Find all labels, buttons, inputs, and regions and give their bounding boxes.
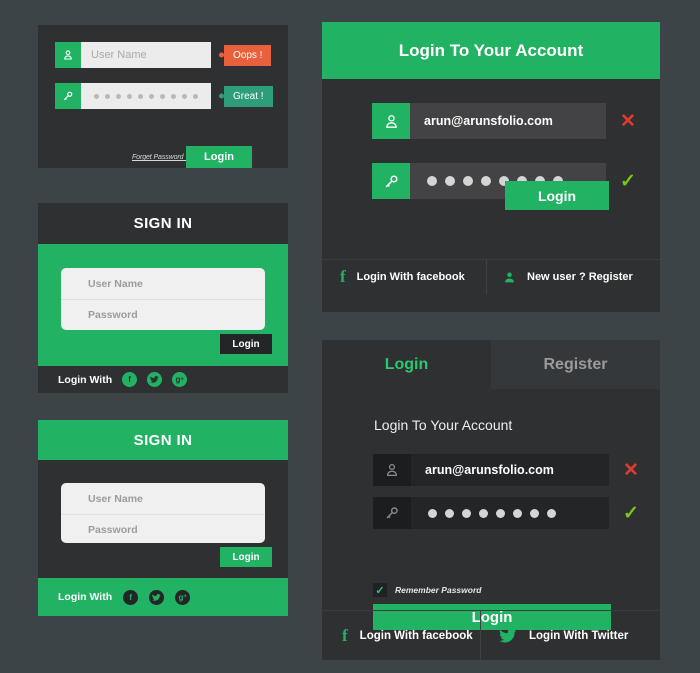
email-input[interactable]: arun@arunsfolio.com xyxy=(411,454,609,486)
facebook-icon: f xyxy=(340,267,346,286)
social-login-bar: Login With f g + xyxy=(38,366,288,393)
login-with-twitter-button[interactable]: Login With Twitter xyxy=(480,611,628,660)
login-button[interactable]: Login xyxy=(505,181,609,210)
signin-card-green-header: SIGN IN User Name Password Login Login W… xyxy=(38,420,288,616)
checkbox-check-icon: ✓ xyxy=(373,583,387,597)
email-invalid-icon: ✕ xyxy=(620,110,636,132)
social-login-label: Login With xyxy=(58,373,113,386)
username-input[interactable]: User Name xyxy=(61,268,265,299)
key-icon xyxy=(373,497,411,529)
key-icon xyxy=(372,163,410,199)
panel-title: SIGN IN xyxy=(38,420,288,460)
password-row: Great ! xyxy=(55,83,273,109)
key-icon xyxy=(55,83,81,109)
social-login-label: Login With xyxy=(58,591,113,603)
password-placeholder: Password xyxy=(88,524,138,536)
facebook-label: Login With facebook xyxy=(356,271,465,283)
password-success-badge: Great ! xyxy=(224,85,273,107)
section-heading: Login To Your Account xyxy=(374,417,513,433)
signin-body: User Name Password Login xyxy=(38,460,288,578)
password-valid-icon: ✓ xyxy=(623,502,639,524)
panel-title: Login To Your Account xyxy=(322,22,660,79)
login-button[interactable]: Login xyxy=(220,547,272,567)
username-placeholder: User Name xyxy=(88,277,143,290)
password-input[interactable]: Password xyxy=(61,299,265,330)
facebook-icon[interactable]: f xyxy=(122,372,138,387)
username-row: User Name Oops ! xyxy=(55,42,272,68)
signin-body: User Name Password Login xyxy=(38,244,288,366)
username-error-badge: Oops ! xyxy=(224,44,272,66)
email-input[interactable]: arun@arunsfolio.com xyxy=(410,103,606,139)
ui-kit-canvas: User Name Oops ! Great ! Forget Password… xyxy=(0,0,700,673)
login-register-tabbed-card: Login Register Login To Your Account aru… xyxy=(322,340,660,660)
password-masked-dots xyxy=(425,508,556,518)
login-with-facebook-button[interactable]: f Login With facebook xyxy=(322,260,486,294)
email-row: arun@arunsfolio.com ✕ xyxy=(372,103,636,139)
password-input[interactable] xyxy=(411,497,609,529)
login-account-card: Login To Your Account arun@arunsfolio.co… xyxy=(322,22,660,312)
google-plus-icon[interactable]: g + xyxy=(175,589,191,605)
login-button[interactable]: Login xyxy=(186,146,252,168)
facebook-icon: f xyxy=(342,625,348,645)
signin-card-dark-header: SIGN IN User Name Password Login Login W… xyxy=(38,203,288,393)
credentials-group: User Name Password xyxy=(61,483,265,543)
username-input[interactable]: User Name xyxy=(61,483,265,514)
login-body: Login To Your Account arun@arunsfolio.co… xyxy=(322,389,660,630)
panel-title: SIGN IN xyxy=(133,215,193,232)
facebook-label: Login With facebook xyxy=(359,629,473,642)
google-plus-icon[interactable]: g + xyxy=(172,372,188,387)
user-icon xyxy=(372,103,410,139)
password-input[interactable]: Password xyxy=(61,514,265,543)
twitter-icon[interactable] xyxy=(147,372,163,387)
tab-register[interactable]: Register xyxy=(491,340,660,389)
facebook-icon[interactable]: f xyxy=(123,589,139,605)
tab-login[interactable]: Login xyxy=(322,340,491,389)
card-footer: f Login With facebook New user ? Registe… xyxy=(322,259,660,294)
twitter-icon[interactable] xyxy=(149,589,165,605)
register-link[interactable]: New user ? Register xyxy=(486,260,633,294)
password-masked-dots xyxy=(91,93,198,99)
username-placeholder: User Name xyxy=(91,49,147,61)
card-footer: f Login With facebook Login With Twitter xyxy=(322,610,660,660)
username-input[interactable]: User Name xyxy=(81,42,211,68)
credentials-group: User Name Password xyxy=(61,268,265,330)
password-valid-icon: ✓ xyxy=(620,170,636,192)
tab-bar: Login Register xyxy=(322,340,660,389)
register-label: New user ? Register xyxy=(527,271,633,283)
login-form-inline-validation: User Name Oops ! Great ! Forget Password… xyxy=(38,25,288,168)
login-with-facebook-button[interactable]: f Login With facebook xyxy=(322,611,480,660)
social-login-bar: Login With f g + xyxy=(38,578,288,616)
username-placeholder: User Name xyxy=(88,492,143,505)
login-body: arun@arunsfolio.com ✕ ✓ Login xyxy=(322,79,660,259)
twitter-icon xyxy=(499,627,517,645)
email-value: arun@arunsfolio.com xyxy=(424,114,553,128)
password-row: ✓ xyxy=(373,497,639,529)
email-row: arun@arunsfolio.com ✕ xyxy=(373,454,639,486)
remember-password-checkbox[interactable]: ✓ Remember Password xyxy=(373,583,481,597)
forgot-password-link[interactable]: Forget Password ? xyxy=(132,154,189,161)
password-input[interactable] xyxy=(81,83,211,109)
twitter-label: Login With Twitter xyxy=(529,629,629,642)
login-button[interactable]: Login xyxy=(220,334,272,354)
password-placeholder: Password xyxy=(88,309,138,321)
user-silhouette-icon xyxy=(503,271,516,284)
email-value: arun@arunsfolio.com xyxy=(425,463,554,477)
remember-password-label: Remember Password xyxy=(395,585,482,595)
user-icon xyxy=(373,454,411,486)
user-icon xyxy=(55,42,81,68)
email-invalid-icon: ✕ xyxy=(623,459,639,481)
